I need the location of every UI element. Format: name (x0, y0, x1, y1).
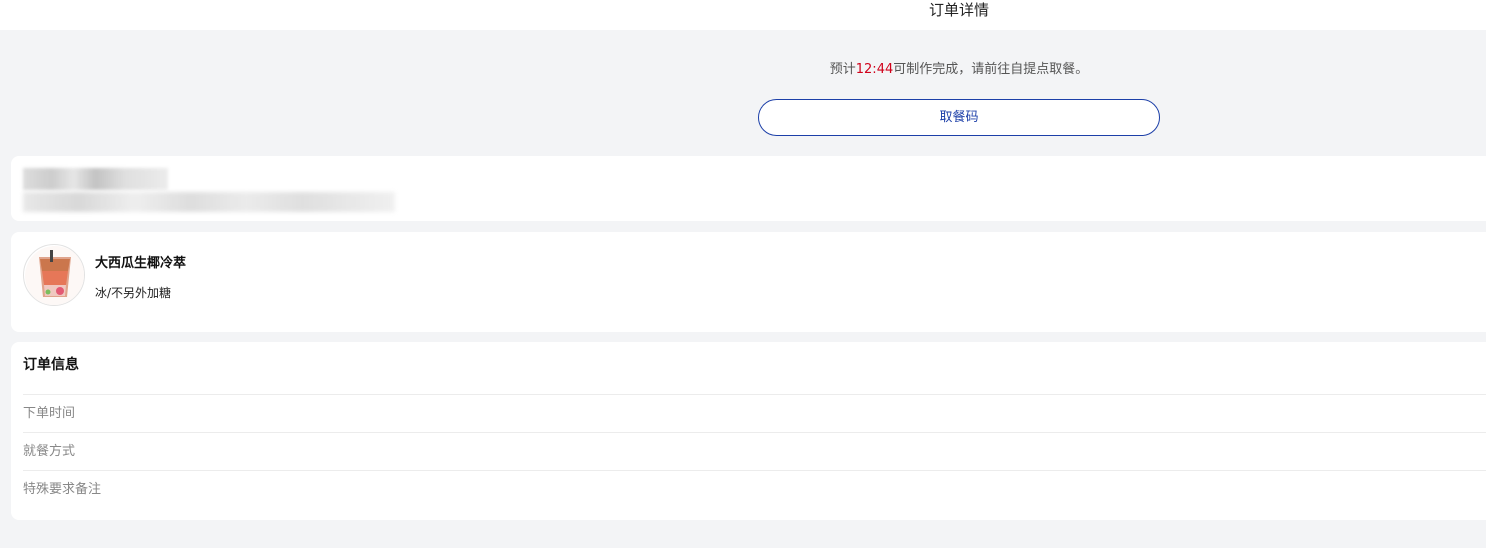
drink-cup-icon (25, 246, 84, 305)
pickup-notice: 预计12:44可制作完成，请前往自提点取餐。 (0, 61, 1486, 79)
store-name-redacted (23, 168, 168, 190)
special-request-label: 特殊要求备注 (23, 482, 102, 497)
dining-mode-row: 就餐方式 (23, 432, 1486, 470)
product-image (23, 244, 85, 306)
product-name: 大西瓜生椰冷萃 (95, 256, 187, 271)
order-info-title: 订单信息 (23, 357, 79, 373)
pickup-code-button[interactable]: 取餐码 (758, 99, 1160, 136)
product-card: 大西瓜生椰冷萃 冰/不另外加糖 (11, 232, 1486, 332)
product-spec: 冰/不另外加糖 (95, 286, 172, 300)
order-time-row: 下单时间 (23, 394, 1486, 432)
notice-suffix: 可制作完成，请前往自提点取餐。 (893, 62, 1089, 77)
special-request-row: 特殊要求备注 (23, 470, 1486, 508)
ready-time: 12:44 (855, 62, 894, 77)
order-time-label: 下单时间 (23, 406, 76, 421)
store-card (11, 156, 1486, 221)
dining-mode-label: 就餐方式 (23, 444, 76, 459)
notice-prefix: 预计 (829, 62, 856, 77)
order-info-card: 订单信息 下单时间 就餐方式 特殊要求备注 (11, 342, 1486, 520)
store-address-redacted (23, 192, 395, 212)
header-bar: 订单详情 (0, 0, 1486, 30)
page-title: 订单详情 (928, 1, 989, 19)
